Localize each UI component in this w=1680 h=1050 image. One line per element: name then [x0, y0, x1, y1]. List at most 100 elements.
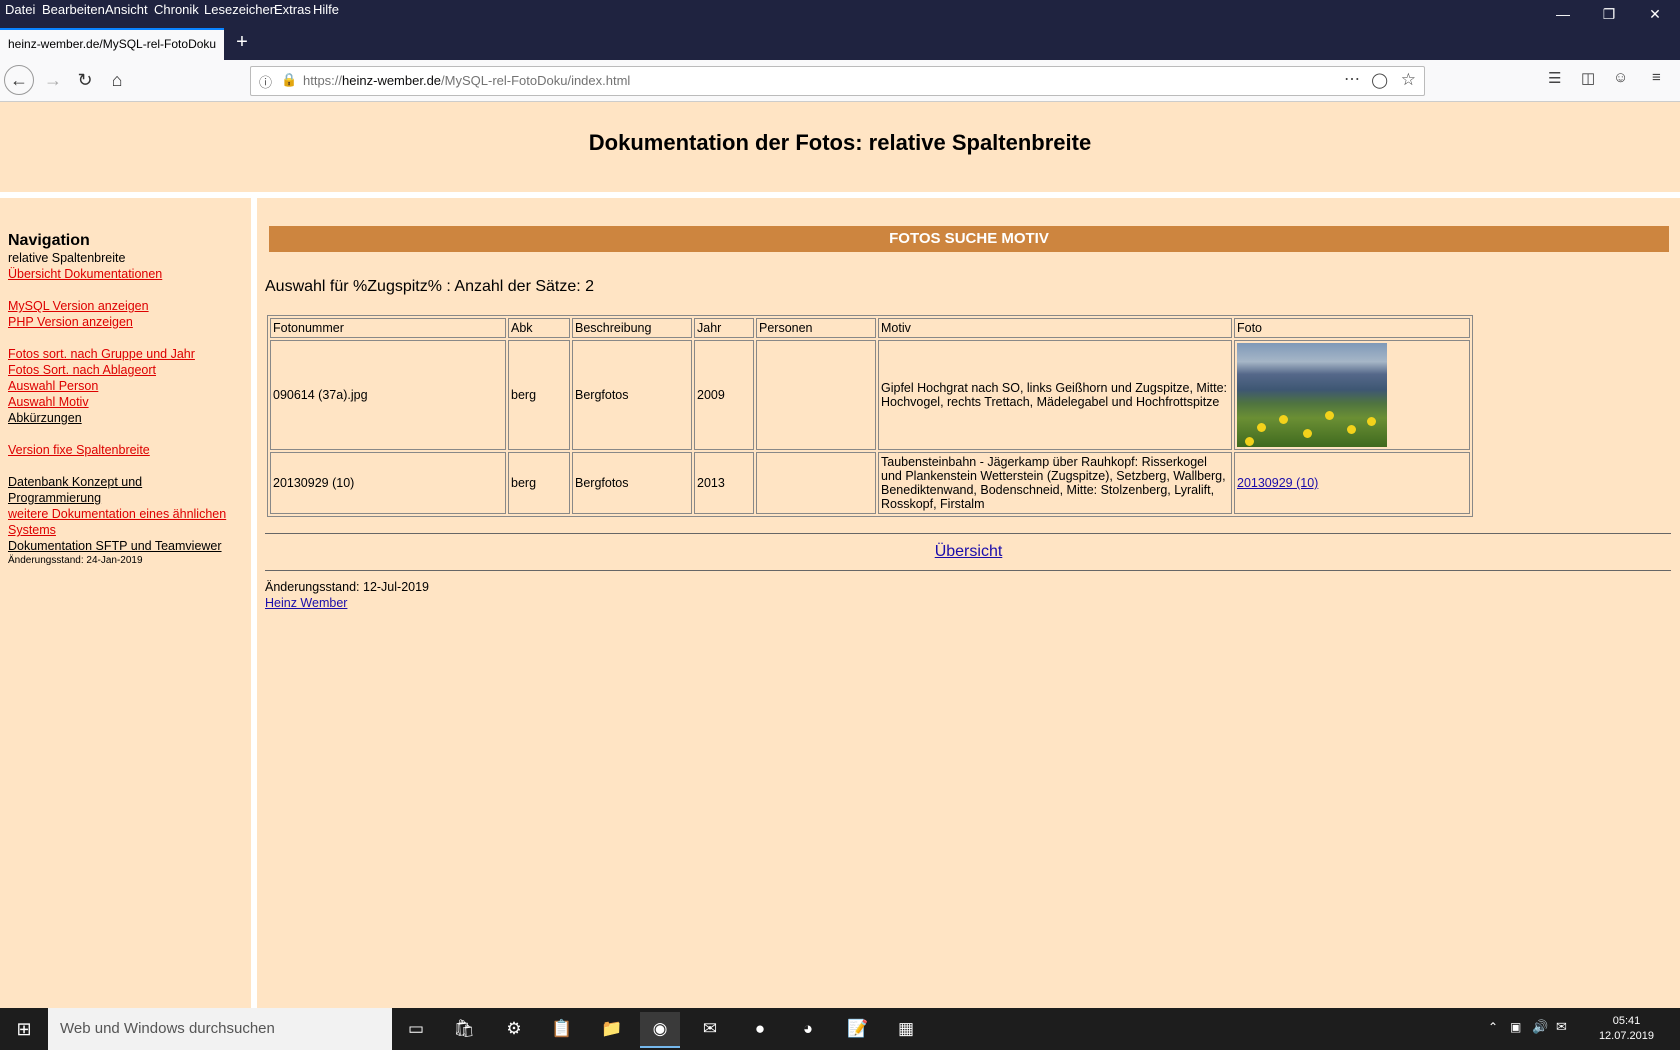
- sidebar-link-weitere-dokumentation[interactable]: weitere Dokumentation eines ähnlichen: [8, 507, 226, 521]
- browser-tab[interactable]: heinz-wember.de/MySQL-rel-FotoDoku: [0, 28, 224, 60]
- taskbar-search-box[interactable]: Web und Windows durchsuchen: [48, 1008, 392, 1050]
- overview-link[interactable]: Übersicht: [935, 543, 1003, 560]
- page-header: Dokumentation der Fotos: relative Spalte…: [0, 102, 1680, 192]
- firefox-taskbar-button[interactable]: ◉: [640, 1012, 680, 1048]
- table-row: 090614 (37a).jpg berg Bergfotos 2009 Gip…: [270, 340, 1470, 450]
- app-taskbar-button[interactable]: ✉: [690, 1012, 730, 1046]
- cell-fotonummer: 090614 (37a).jpg: [270, 340, 506, 450]
- home-icon: ⌂: [111, 70, 123, 90]
- sidebar-title: Navigation: [8, 232, 90, 249]
- mountain-photo-thumbnail[interactable]: [1237, 343, 1387, 447]
- sidebar-link-auswahl-person[interactable]: Auswahl Person: [8, 379, 98, 393]
- menu-extras[interactable]: Extras: [274, 2, 311, 17]
- menu-bearbeiten[interactable]: Bearbeiten: [42, 2, 105, 17]
- forward-button[interactable]: →: [38, 65, 68, 95]
- sidebar-link-mysql-version[interactable]: MySQL Version anzeigen: [8, 299, 149, 313]
- app-taskbar-button[interactable]: 📝: [838, 1012, 878, 1046]
- section-banner: FOTOS SUCHE MOTIV: [269, 226, 1669, 252]
- reload-button[interactable]: ↻: [70, 65, 100, 95]
- column-header-motiv: Motiv: [878, 318, 1232, 338]
- task-view-button[interactable]: ▭: [396, 1012, 436, 1046]
- store-taskbar-button[interactable]: 🛍: [444, 1012, 484, 1046]
- app-icon: ●: [754, 1019, 766, 1038]
- horizontal-rule: [265, 533, 1671, 534]
- sidebar-link-uebersicht-dokumentationen[interactable]: Übersicht Dokumentationen: [8, 267, 162, 281]
- windows-logo-icon: ⊞: [16, 1019, 32, 1039]
- sidebar-link-systems[interactable]: Systems: [8, 523, 56, 537]
- main-content: FOTOS SUCHE MOTIV Auswahl für %Zugspitz%…: [257, 198, 1680, 1008]
- sidebar-link-fotos-gruppe-jahr[interactable]: Fotos sort. nach Gruppe und Jahr: [8, 347, 195, 361]
- cell-foto: 20130929 (10): [1234, 452, 1470, 514]
- sidebar-icon[interactable]: ◫: [1581, 69, 1595, 87]
- mail-icon: ✉: [702, 1019, 718, 1038]
- account-icon[interactable]: ☺: [1613, 69, 1628, 86]
- sidebar-link-php-version[interactable]: PHP Version anzeigen: [8, 315, 133, 329]
- info-icon[interactable]: ⓘ: [259, 72, 275, 90]
- bookmark-star-icon[interactable]: ☆: [1401, 70, 1416, 90]
- new-tab-button[interactable]: +: [230, 30, 254, 54]
- overview-link-container: Übersicht: [257, 543, 1680, 561]
- pocket-icon[interactable]: ◯: [1371, 71, 1388, 89]
- hamburger-menu-icon[interactable]: ≡: [1652, 69, 1661, 86]
- library-icon[interactable]: ☰: [1548, 69, 1561, 87]
- cell-abk: berg: [508, 340, 570, 450]
- app-taskbar-button[interactable]: 📋: [542, 1012, 582, 1046]
- sidebar-link-datenbank-konzept[interactable]: Datenbank Konzept und: [8, 475, 142, 489]
- navigation-toolbar: ← → ↻ ⌂ ⓘ 🔒 https://heinz-wember.de/MySQ…: [0, 60, 1680, 102]
- sidebar-link-programmierung[interactable]: Programmierung: [8, 491, 101, 505]
- photoshop-taskbar-button[interactable]: ▦: [886, 1012, 926, 1046]
- cell-personen: [756, 340, 876, 450]
- table-header-row: Fotonummer Abk Beschreibung Jahr Persone…: [270, 318, 1470, 338]
- sidebar-link-fotos-ablageort[interactable]: Fotos Sort. nach Ablageort: [8, 363, 156, 377]
- app-icon: ◕: [802, 1019, 814, 1038]
- sidebar-link-auswahl-motiv[interactable]: Auswahl Motiv: [8, 395, 89, 409]
- start-button[interactable]: ⊞: [0, 1008, 48, 1050]
- clock-date: 12.07.2019: [1598, 1030, 1654, 1042]
- url-text[interactable]: https://heinz-wember.de/MySQL-rel-FotoDo…: [303, 73, 630, 88]
- column-header-beschreibung: Beschreibung: [572, 318, 692, 338]
- sidebar-link-abkuerzungen[interactable]: Abkürzungen: [8, 411, 82, 425]
- page-actions-icon[interactable]: ⋯: [1344, 69, 1360, 89]
- table-row: 20130929 (10) berg Bergfotos 2013 Tauben…: [270, 452, 1470, 514]
- task-view-icon: ▭: [407, 1019, 425, 1038]
- app-taskbar-button[interactable]: ◕: [788, 1012, 828, 1046]
- reload-icon: ↻: [77, 70, 93, 90]
- chevron-up-icon[interactable]: ⌃: [1488, 1020, 1498, 1034]
- network-icon[interactable]: ▣: [1510, 1020, 1521, 1034]
- menu-datei[interactable]: Datei: [5, 2, 35, 17]
- author-link[interactable]: Heinz Wember: [265, 596, 347, 610]
- menu-ansicht[interactable]: Ansicht: [105, 2, 148, 17]
- menu-chronik[interactable]: Chronik: [154, 2, 199, 17]
- folder-icon: 📁: [601, 1019, 623, 1038]
- clipboard-icon: 📋: [551, 1019, 573, 1038]
- home-button[interactable]: ⌂: [102, 65, 132, 95]
- back-button[interactable]: ←: [4, 65, 34, 95]
- tab-strip: heinz-wember.de/MySQL-rel-FotoDoku +: [0, 22, 1680, 60]
- column-header-fotonummer: Fotonummer: [270, 318, 506, 338]
- cell-foto: [1234, 340, 1470, 450]
- app-icon: ⚙: [506, 1019, 522, 1038]
- lock-icon[interactable]: 🔒: [281, 72, 297, 88]
- notepad-icon: 📝: [847, 1019, 869, 1038]
- sidebar-link-sftp-teamviewer[interactable]: Dokumentation SFTP und Teamviewer: [8, 539, 222, 553]
- cell-jahr: 2013: [694, 452, 754, 514]
- taskbar-clock[interactable]: 05:41 12.07.2019: [1599, 1014, 1654, 1044]
- app-taskbar-button[interactable]: ●: [740, 1012, 780, 1046]
- url-bar[interactable]: ⓘ 🔒 https://heinz-wember.de/MySQL-rel-Fo…: [250, 66, 1425, 96]
- flower-shape: [1279, 415, 1288, 424]
- explorer-taskbar-button[interactable]: 📁: [592, 1012, 632, 1046]
- flower-shape: [1367, 417, 1376, 426]
- sidebar-link-fixe-spaltenbreite[interactable]: Version fixe Spaltenbreite: [8, 443, 150, 457]
- cell-abk: berg: [508, 452, 570, 514]
- cell-beschreibung: Bergfotos: [572, 340, 692, 450]
- app-taskbar-button[interactable]: ⚙: [494, 1012, 534, 1046]
- volume-icon[interactable]: 🔊: [1532, 1019, 1548, 1035]
- notification-icon[interactable]: ✉: [1556, 1019, 1567, 1035]
- menu-hilfe[interactable]: Hilfe: [313, 2, 339, 17]
- cell-personen: [756, 452, 876, 514]
- last-updated: Änderungsstand: 12-Jul-2019: [265, 580, 430, 594]
- results-table: Fotonummer Abk Beschreibung Jahr Persone…: [267, 315, 1473, 517]
- menu-lesezeichen[interactable]: Lesezeichen: [204, 2, 277, 17]
- photo-link[interactable]: 20130929 (10): [1237, 476, 1318, 490]
- photoshop-icon: ▦: [897, 1019, 915, 1038]
